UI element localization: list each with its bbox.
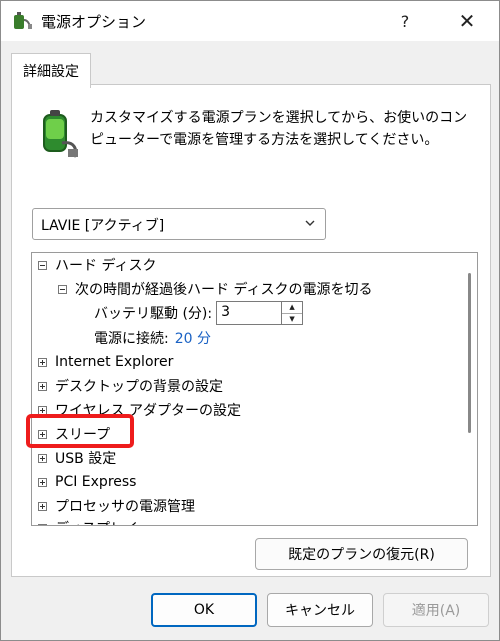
tree-item-desktop-background[interactable]: デスクトップの背景の設定 (38, 374, 223, 398)
description-text: カスタマイズする電源プランを選択してから、お使いのコンピューターで電源を管理する… (90, 110, 468, 148)
tree-scrollbar[interactable] (464, 253, 476, 525)
collapse-icon[interactable] (38, 260, 47, 270)
tree-item-label: Internet Explorer (55, 354, 174, 370)
tree-item-label: ディスプレイ (55, 518, 138, 525)
power-plan-select[interactable]: LAVIE [アクティブ] (32, 208, 326, 240)
tree-item-label: 次の時間が経過後ハード ディスクの電源を切る (75, 282, 373, 298)
expand-icon[interactable] (38, 477, 47, 487)
close-button[interactable]: ✕ (447, 5, 487, 37)
title-bar: 電源オプション ? ✕ (1, 1, 499, 41)
settings-tree[interactable]: ハード ディスク 次の時間が経過後ハード ディスクの電源を切る バッテリ駆動 (… (31, 252, 478, 526)
tab-advanced-settings[interactable]: 詳細設定 (11, 53, 91, 88)
window-title: 電源オプション (41, 13, 147, 31)
tree-item-label: ハード ディスク (55, 258, 157, 274)
expand-icon[interactable] (38, 357, 47, 367)
tree-item-internet-explorer[interactable]: Internet Explorer (38, 350, 173, 374)
help-button[interactable]: ? (385, 5, 425, 37)
expand-icon[interactable] (38, 453, 47, 463)
plugged-label: 電源に接続: (94, 331, 169, 347)
expand-icon[interactable] (38, 523, 47, 525)
spin-up-icon[interactable]: ▲ (282, 302, 302, 313)
restore-defaults-button[interactable]: 既定のプランの復元(R) (255, 538, 468, 570)
spin-down-icon[interactable]: ▼ (282, 312, 303, 325)
tree-item-plugged-in[interactable]: 電源に接続: 20 分 (94, 326, 211, 350)
tree-item-processor[interactable]: プロセッサの電源管理 (38, 494, 195, 518)
plugged-value-link[interactable]: 20 分 (175, 328, 211, 348)
expand-icon[interactable] (38, 501, 47, 511)
expand-icon[interactable] (38, 381, 47, 391)
tree-item-display[interactable]: ディスプレイ (38, 516, 138, 525)
tree-item-label: プロセッサの電源管理 (55, 499, 195, 515)
tab-strip: 詳細設定 (1, 41, 499, 88)
tree-item-battery[interactable]: バッテリ駆動 (分): 3 ▲ ▼ (94, 301, 304, 325)
ok-button[interactable]: OK (151, 593, 257, 627)
tree-item-hard-disk[interactable]: ハード ディスク (38, 253, 156, 277)
power-options-icon (14, 12, 32, 29)
scrollbar-thumb[interactable] (468, 273, 471, 433)
chevron-down-icon (305, 220, 315, 226)
tree-item-hdd-off[interactable]: 次の時間が経過後ハード ディスクの電源を切る (58, 277, 372, 301)
sleep-highlight-box (26, 414, 134, 448)
tree-item-label: PCI Express (55, 474, 137, 490)
collapse-icon[interactable] (58, 284, 67, 294)
battery-minutes-spinner[interactable]: ▲ ▼ (282, 301, 304, 325)
tree-item-label: USB 設定 (55, 451, 117, 467)
battery-minutes-input[interactable]: 3 (216, 301, 283, 325)
cancel-button[interactable]: キャンセル (267, 593, 373, 627)
power-options-window: 電源オプション ? ✕ 詳細設定 カスタマイズする電源プランを選択してから、お使… (0, 0, 500, 641)
battery-minutes-value: 3 (221, 304, 231, 320)
power-plan-value: LAVIE [アクティブ] (41, 218, 165, 234)
battery-label: バッテリ駆動 (分): (94, 306, 213, 322)
apply-button[interactable]: 適用(A) (383, 593, 489, 627)
tree-item-usb[interactable]: USB 設定 (38, 446, 116, 470)
advanced-settings-panel: カスタマイズする電源プランを選択してから、お使いのコンピューターで電源を管理する… (11, 84, 491, 577)
battery-plug-icon (43, 110, 78, 158)
tree-item-pci-express[interactable]: PCI Express (38, 470, 136, 494)
tree-item-label: デスクトップの背景の設定 (55, 379, 223, 395)
